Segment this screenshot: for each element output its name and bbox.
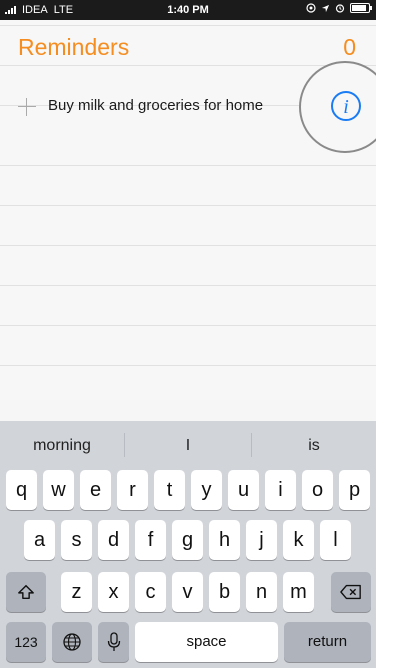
key-w[interactable]: w xyxy=(43,470,74,510)
globe-icon xyxy=(63,633,81,651)
reminder-count: 0 xyxy=(343,34,356,60)
page-title: Reminders xyxy=(18,34,130,60)
alarm-icon xyxy=(335,4,345,13)
suggestion-bar: morning I is xyxy=(0,421,376,465)
battery-icon xyxy=(350,3,372,13)
microphone-icon xyxy=(107,632,120,651)
suggestion-3[interactable]: is xyxy=(252,421,376,465)
status-right xyxy=(306,3,372,13)
location-icon xyxy=(321,4,330,12)
key-r[interactable]: r xyxy=(117,470,148,510)
key-t[interactable]: t xyxy=(154,470,185,510)
key-k[interactable]: k xyxy=(283,520,314,560)
key-b[interactable]: b xyxy=(209,572,240,612)
key-q[interactable]: q xyxy=(6,470,37,510)
key-o[interactable]: o xyxy=(302,470,333,510)
key-c[interactable]: c xyxy=(135,572,166,612)
key-v[interactable]: v xyxy=(172,572,203,612)
key-i[interactable]: i xyxy=(265,470,296,510)
orientation-lock-icon xyxy=(306,3,316,13)
space-key[interactable]: space xyxy=(135,622,278,662)
key-f[interactable]: f xyxy=(135,520,166,560)
key-s[interactable]: s xyxy=(61,520,92,560)
numbers-key[interactable]: 123 xyxy=(6,622,46,662)
key-h[interactable]: h xyxy=(209,520,240,560)
key-d[interactable]: d xyxy=(98,520,129,560)
delete-key[interactable] xyxy=(331,572,371,612)
suggestion-1[interactable]: morning xyxy=(0,421,124,465)
shift-icon xyxy=(18,584,34,600)
key-p[interactable]: p xyxy=(339,470,370,510)
reminder-item-text[interactable]: Buy milk and groceries for home xyxy=(48,97,263,114)
key-e[interactable]: e xyxy=(80,470,111,510)
return-key[interactable]: return xyxy=(284,622,371,662)
key-y[interactable]: y xyxy=(191,470,222,510)
shift-key[interactable] xyxy=(6,572,46,612)
key-g[interactable]: g xyxy=(172,520,203,560)
dictation-key[interactable] xyxy=(98,622,129,662)
backspace-icon xyxy=(340,584,361,600)
info-icon[interactable]: i xyxy=(331,91,361,121)
key-z[interactable]: z xyxy=(61,572,92,612)
key-u[interactable]: u xyxy=(228,470,259,510)
status-bar: IDEA LTE 1:40 PM xyxy=(0,0,376,20)
phone-screen: IDEA LTE 1:40 PM Reminders 0 Buy milk an… xyxy=(0,0,376,668)
key-n[interactable]: n xyxy=(246,572,277,612)
reminders-list: Reminders 0 Buy milk and groceries for h… xyxy=(0,20,376,400)
key-l[interactable]: l xyxy=(320,520,351,560)
key-x[interactable]: x xyxy=(98,572,129,612)
suggestion-2[interactable]: I xyxy=(125,421,251,465)
battery-fill xyxy=(352,5,366,11)
add-reminder-icon[interactable] xyxy=(18,98,36,116)
key-a[interactable]: a xyxy=(24,520,55,560)
globe-key[interactable] xyxy=(52,622,92,662)
key-m[interactable]: m xyxy=(283,572,314,612)
key-j[interactable]: j xyxy=(246,520,277,560)
